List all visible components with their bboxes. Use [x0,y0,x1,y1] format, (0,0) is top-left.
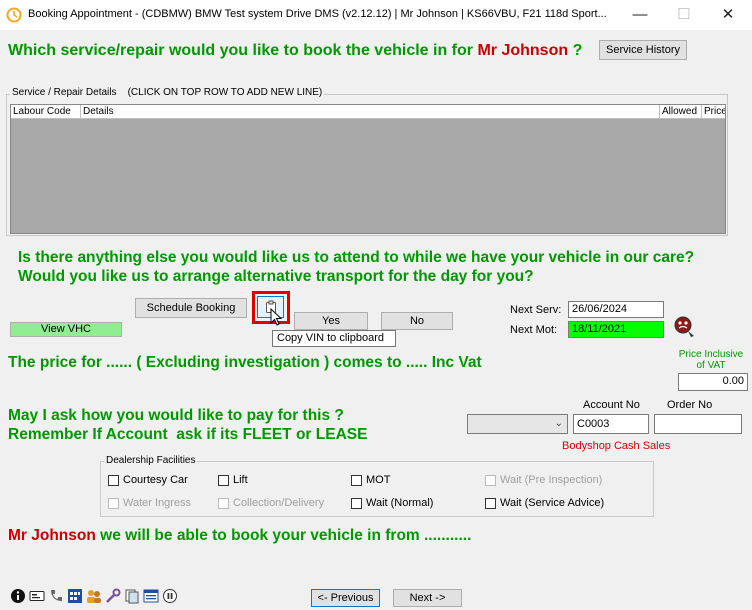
no-button[interactable]: No [381,312,453,330]
payment-line1: May I ask how you would like to pay for … [8,407,344,424]
next-serv-label: Next Serv: [510,304,562,316]
account-name: Bodyshop Cash Sales [562,440,671,452]
phone-icon[interactable] [48,588,64,604]
payment-question: May I ask how you would like to pay for … [8,406,367,444]
question-mark: ? [572,42,583,59]
attend-question-line1: Is there anything else you would like us… [18,249,695,266]
price-inclusive-line1: Price Inclusive [678,349,744,360]
calendar-grid-icon[interactable] [67,588,83,604]
service-question-text: Which service/repair would you like to b… [8,42,473,59]
repair-details-legend: Service / Repair Details (CLICK ON TOP R… [10,87,325,98]
attend-question: Is there anything else you would like us… [18,248,694,286]
payment-line2: Remember If Account ask if its FLEET or … [8,426,368,443]
payment-type-dropdown[interactable]: ⌄ [467,414,568,434]
mouse-cursor-icon [270,308,283,326]
service-history-button[interactable]: Service History [599,40,687,60]
app-icon [6,7,22,23]
minimize-button[interactable]: — [618,0,662,30]
collection-delivery-label: Collection/Delivery [233,497,325,509]
view-vhc-button[interactable]: View VHC [10,322,122,337]
wait-service-advice-label: Wait (Service Advice) [500,497,605,509]
col-allowed[interactable]: Allowed [660,105,702,119]
attend-question-line2: Would you like us to arrange alternative… [18,268,534,285]
next-mot-label: Next Mot: [510,324,558,336]
wait-pre-inspection-checkbox [485,475,496,486]
window-list-icon[interactable] [143,588,159,604]
schedule-booking-button[interactable]: Schedule Booking [135,298,247,318]
mot-label: MOT [366,474,391,486]
customer-name: Mr Johnson [477,42,569,59]
col-price[interactable]: Price [702,105,725,119]
courtesy-car-checkbox[interactable] [108,475,119,486]
alert-face-icon[interactable] [672,314,698,340]
courtesy-car-label: Courtesy Car [123,474,188,486]
lift-label: Lift [233,474,248,486]
wait-normal-checkbox[interactable] [351,498,362,509]
mot-checkbox[interactable] [351,475,362,486]
facilities-legend: Dealership Facilities [104,455,198,466]
wait-pre-inspection-label: Wait (Pre Inspection) [500,474,603,486]
people-icon[interactable] [86,588,102,604]
next-serv-field[interactable]: 26/06/2024 [568,301,664,318]
tools-icon[interactable] [105,588,121,604]
booking-sentence: Mr Johnson we will be able to book your … [8,527,471,545]
price-inclusive-label: Price Inclusive of VAT [672,349,750,371]
water-ingress-checkbox [108,498,119,509]
footer-sentence-text: we will be able to book your vehicle in … [100,527,472,544]
service-question: Which service/repair would you like to b… [8,42,582,60]
wait-normal-label: Wait (Normal) [366,497,434,509]
next-button[interactable]: Next -> [393,589,462,607]
price-inc-vat-field[interactable]: 0.00 [678,373,748,391]
account-no-field[interactable]: C0003 [573,414,649,434]
price-inclusive-line2: of VAT [696,360,726,371]
next-mot-field[interactable]: 18/11/2021 [568,321,664,338]
chevron-down-icon: ⌄ [554,418,563,429]
window-title: Booking Appointment - (CDBMW) BMW Test s… [28,8,607,20]
collection-delivery-checkbox [218,498,229,509]
previous-button[interactable]: <- Previous [311,589,380,607]
maximize-button[interactable]: ☐ [662,0,706,30]
order-no-label: Order No [667,399,713,411]
card-icon[interactable] [29,588,45,604]
water-ingress-label: Water Ingress [123,497,192,509]
close-button[interactable]: ✕ [706,0,750,30]
order-no-field[interactable] [654,414,742,434]
price-sentence: The price for ...... ( Excluding investi… [8,354,482,371]
documents-icon[interactable] [124,588,140,604]
account-no-label: Account No [583,399,640,411]
col-labour-code[interactable]: Labour Code [11,105,81,119]
lift-checkbox[interactable] [218,475,229,486]
yes-button[interactable]: Yes [294,312,368,330]
grid-header-row[interactable]: Labour Code Details Allowed Price [11,105,725,119]
copy-vin-tooltip: Copy VIN to clipboard [272,330,396,347]
repair-details-grid[interactable] [10,104,726,234]
footer-customer-name: Mr Johnson [8,527,96,544]
col-details[interactable]: Details [81,105,660,119]
info-icon[interactable] [10,588,26,604]
wait-service-advice-checkbox[interactable] [485,498,496,509]
pause-icon[interactable] [162,588,178,604]
